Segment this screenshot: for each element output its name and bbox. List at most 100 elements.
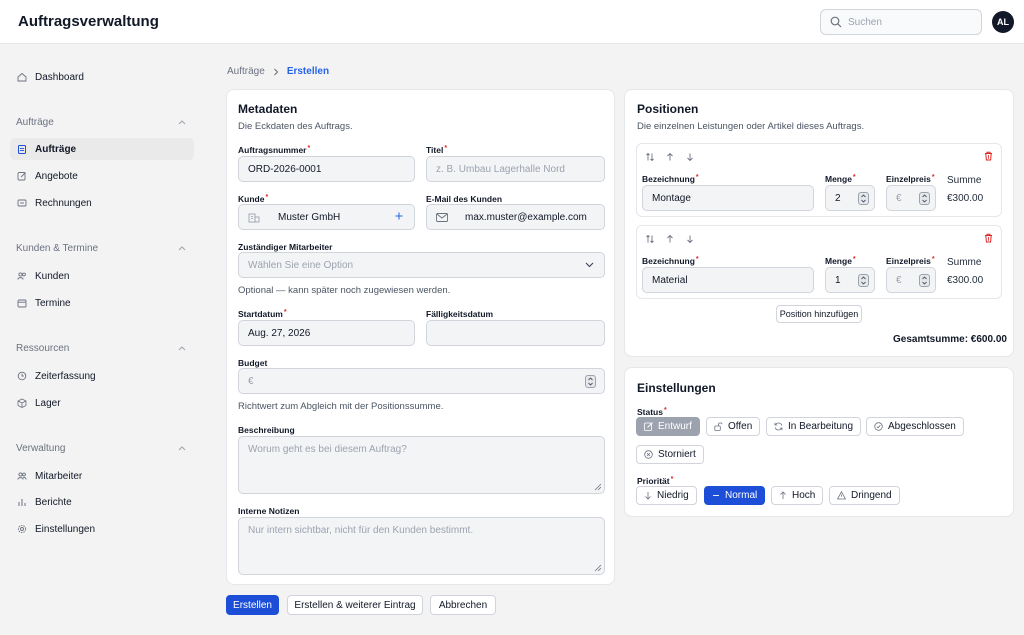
search-input[interactable] <box>848 14 978 31</box>
avatar[interactable]: AL <box>992 11 1014 33</box>
users-icon <box>17 271 27 281</box>
number-stepper-icon[interactable] <box>585 375 596 388</box>
group-header-administration[interactable]: Verwaltung <box>16 441 186 455</box>
positions-title: Positionen <box>637 102 699 116</box>
position-qty-field[interactable]: 2 <box>825 185 875 211</box>
customer-field[interactable]: Muster GmbH <box>238 204 415 230</box>
sidebar-item-invoices[interactable]: Rechnungen <box>10 192 194 214</box>
sidebar-item-label: Zeiterfassung <box>35 370 96 382</box>
priority-option-high[interactable]: Hoch <box>771 486 824 505</box>
settings-title: Einstellungen <box>637 381 716 395</box>
priority-option-normal[interactable]: Normal <box>704 486 766 505</box>
create-button[interactable]: Erstellen <box>226 595 279 615</box>
position-name-label: Bezeichnung* <box>642 174 699 184</box>
positions-description: Die einzelnen Leistungen oder Artikel di… <box>637 121 865 132</box>
arrow-down-icon <box>644 491 652 500</box>
position-name-field[interactable]: Material <box>642 267 814 293</box>
notes-textarea[interactable]: Nur intern sichtbar, nicht für den Kunde… <box>238 517 605 575</box>
position-item: Bezeichnung* Material Menge* 1 Einzelpre… <box>636 225 1002 299</box>
position-price-field[interactable]: € <box>886 267 936 293</box>
sidebar-item-warehouse[interactable]: Lager <box>10 392 194 414</box>
position-name-label: Bezeichnung* <box>642 256 699 266</box>
unlock-icon <box>714 422 723 431</box>
position-name-field[interactable]: Montage <box>642 185 814 211</box>
status-option-cancelled[interactable]: Storniert <box>636 445 704 464</box>
sidebar-item-reports[interactable]: Berichte <box>10 491 194 513</box>
sidebar-item-dashboard[interactable]: Dashboard <box>10 66 194 88</box>
create-another-button[interactable]: Erstellen & weiterer Eintrag <box>287 595 423 615</box>
clock-icon <box>17 371 27 381</box>
description-label: Beschreibung <box>238 425 295 435</box>
number-stepper-icon[interactable] <box>919 274 930 287</box>
due-date-field[interactable] <box>426 320 605 346</box>
sidebar-item-label: Rechnungen <box>35 197 92 209</box>
sidebar-item-quotes[interactable]: Angebote <box>10 165 194 187</box>
resize-handle-icon[interactable] <box>594 564 602 572</box>
priority-option-low[interactable]: Niedrig <box>636 486 697 505</box>
total-sum: Gesamtsumme: €600.00 <box>893 334 1007 345</box>
budget-hint: Richtwert zum Abgleich mit der Positions… <box>238 401 444 412</box>
group-label: Aufträge <box>16 116 54 128</box>
reorder-icon[interactable] <box>645 234 655 244</box>
search-box[interactable] <box>820 9 982 35</box>
bar-chart-icon <box>17 497 27 507</box>
group-header-resources[interactable]: Ressourcen <box>16 341 186 355</box>
position-sum-label: Summe <box>947 175 982 186</box>
invoice-icon <box>17 198 27 208</box>
description-textarea[interactable]: Worum geht es bei diesem Auftrag? <box>238 436 605 494</box>
order-number-field[interactable]: ORD-2026-0001 <box>238 156 415 182</box>
customer-label: Kunde* <box>238 194 269 204</box>
group-header-orders[interactable]: Aufträge <box>16 115 186 129</box>
priority-option-urgent[interactable]: Dringend <box>829 486 900 505</box>
sidebar-item-settings[interactable]: Einstellungen <box>10 518 194 540</box>
title-field[interactable]: z. B. Umbau Lagerhalle Nord <box>426 156 605 182</box>
number-stepper-icon[interactable] <box>858 192 869 205</box>
home-icon <box>17 72 27 82</box>
status-option-open[interactable]: Offen <box>706 417 761 436</box>
sidebar-item-appointments[interactable]: Termine <box>10 292 194 314</box>
start-date-field[interactable]: Aug. 27, 2026 <box>238 320 415 346</box>
resize-handle-icon[interactable] <box>594 483 602 491</box>
cancel-button[interactable]: Abbrechen <box>430 595 496 615</box>
number-stepper-icon[interactable] <box>858 274 869 287</box>
arrow-up-icon[interactable] <box>665 234 675 244</box>
chevron-up-icon <box>178 345 186 351</box>
position-sum-label: Summe <box>947 257 982 268</box>
status-option-draft[interactable]: Entwurf <box>636 417 700 436</box>
sidebar-item-orders[interactable]: Aufträge <box>10 138 194 160</box>
position-item: Bezeichnung* Montage Menge* 2 Einzelprei… <box>636 143 1002 217</box>
group-label: Ressourcen <box>16 342 70 354</box>
group-header-customers[interactable]: Kunden & Termine <box>16 241 186 255</box>
calendar-icon <box>17 298 27 308</box>
arrow-up-icon[interactable] <box>665 152 675 162</box>
delete-icon[interactable] <box>984 233 993 243</box>
email-field[interactable]: max.muster@example.com <box>426 204 605 230</box>
position-price-label: Einzelpreis* <box>886 256 935 266</box>
position-price-field[interactable]: € <box>886 185 936 211</box>
budget-label: Budget <box>238 358 268 368</box>
number-stepper-icon[interactable] <box>919 192 930 205</box>
employee-hint: Optional — kann später noch zugewiesen w… <box>238 285 451 296</box>
position-tools <box>645 152 695 162</box>
position-sum-value: €300.00 <box>947 275 984 286</box>
delete-icon[interactable] <box>984 151 993 161</box>
email-label: E-Mail des Kunden <box>426 194 503 204</box>
arrow-down-icon[interactable] <box>685 152 695 162</box>
group-label: Kunden & Termine <box>16 242 99 254</box>
status-option-in-progress[interactable]: In Bearbeitung <box>766 417 862 436</box>
reorder-icon[interactable] <box>645 152 655 162</box>
employee-select[interactable]: Wählen Sie eine Option <box>238 252 605 278</box>
add-customer-icon[interactable] <box>394 211 404 221</box>
user-group-icon <box>17 471 27 481</box>
arrow-down-icon[interactable] <box>685 234 695 244</box>
sidebar-item-customers[interactable]: Kunden <box>10 265 194 287</box>
status-option-completed[interactable]: Abgeschlossen <box>866 417 964 436</box>
add-position-button[interactable]: Position hinzufügen <box>776 305 862 323</box>
budget-field[interactable]: € <box>238 368 605 394</box>
sidebar-item-label: Berichte <box>35 496 72 508</box>
sidebar-item-label: Einstellungen <box>35 523 96 535</box>
sidebar-item-time-tracking[interactable]: Zeiterfassung <box>10 365 194 387</box>
sidebar-item-employees[interactable]: Mitarbeiter <box>10 465 194 487</box>
position-qty-field[interactable]: 1 <box>825 267 875 293</box>
breadcrumb-parent[interactable]: Aufträge <box>227 66 265 77</box>
